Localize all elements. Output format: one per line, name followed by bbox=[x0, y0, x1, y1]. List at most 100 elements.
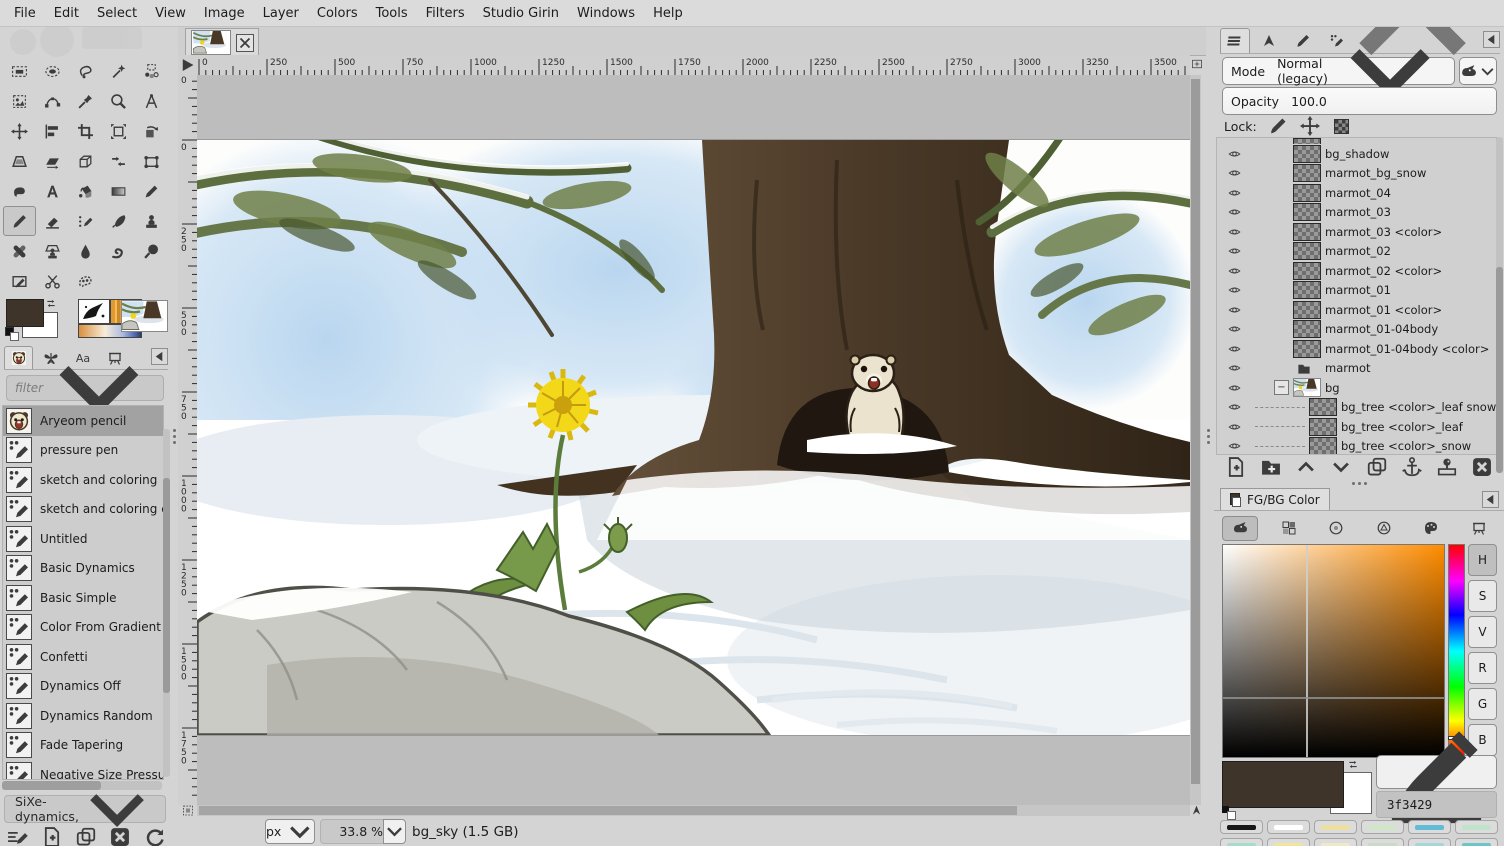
tool-foreground-select[interactable] bbox=[69, 266, 102, 296]
tool-align[interactable] bbox=[36, 116, 69, 146]
channel-v-button[interactable]: V bbox=[1468, 616, 1497, 648]
visibility-eye-icon[interactable] bbox=[1227, 226, 1242, 238]
layer-thumbnail[interactable] bbox=[1293, 203, 1321, 221]
hex-color-field[interactable]: 3f3429 bbox=[1376, 791, 1497, 818]
visibility-eye-icon[interactable] bbox=[1227, 343, 1242, 355]
new-dynamics-button[interactable] bbox=[41, 826, 63, 846]
tool-rectangle-select[interactable] bbox=[3, 56, 36, 86]
dynamics-vertical-scrollbar[interactable] bbox=[163, 429, 170, 777]
ruler-origin-button[interactable] bbox=[178, 55, 198, 76]
layers-vertical-scrollbar[interactable] bbox=[1496, 137, 1503, 453]
layer-thumbnail[interactable] bbox=[1293, 242, 1321, 260]
color-history-swatch[interactable] bbox=[1408, 820, 1451, 834]
layer-thumbnail[interactable] bbox=[1309, 437, 1337, 455]
layer-row[interactable]: marmot_04 bbox=[1217, 183, 1496, 203]
dynamics-item[interactable]: Basic Dynamics bbox=[3, 554, 163, 584]
tool-handle-transform[interactable] bbox=[135, 146, 168, 176]
layer-row[interactable]: marmot_01 bbox=[1217, 281, 1496, 301]
menu-filters[interactable]: Filters bbox=[417, 1, 474, 26]
swap-colors-icon[interactable] bbox=[1346, 758, 1360, 771]
tool-fuzzy-select[interactable] bbox=[102, 56, 135, 86]
tool-measure[interactable] bbox=[135, 86, 168, 116]
layer-row[interactable]: marmot_01-04body <color> bbox=[1217, 339, 1496, 359]
default-colors-icon[interactable] bbox=[5, 327, 19, 340]
color-history-swatch[interactable] bbox=[1455, 820, 1498, 834]
layer-row[interactable]: marmot_01-04body bbox=[1217, 320, 1496, 340]
dock-resize-handle[interactable] bbox=[1214, 482, 1504, 485]
layer-row[interactable]: marmot_03 bbox=[1217, 203, 1496, 223]
visibility-eye-icon[interactable] bbox=[1227, 401, 1242, 413]
dynamics-item[interactable]: Aryeom pencil bbox=[3, 406, 163, 436]
tool-free-select[interactable] bbox=[69, 56, 102, 86]
dynamics-item[interactable]: Dynamics Off bbox=[3, 672, 163, 702]
tool-paintbrush[interactable] bbox=[3, 206, 36, 236]
visibility-eye-icon[interactable] bbox=[1227, 265, 1242, 277]
layer-row[interactable]: marmot_bg_snow bbox=[1217, 164, 1496, 184]
tool-flip[interactable] bbox=[102, 146, 135, 176]
menu-view[interactable]: View bbox=[146, 1, 195, 26]
layer-thumbnail[interactable] bbox=[1293, 340, 1321, 358]
tool-perspective-clone[interactable] bbox=[36, 236, 69, 266]
zoom-select-button[interactable] bbox=[383, 819, 406, 844]
zoom-value[interactable]: 33.8 % bbox=[320, 819, 390, 844]
tool-warp-transform[interactable] bbox=[3, 176, 36, 206]
dynamics-item[interactable]: Basic Simple bbox=[3, 583, 163, 613]
channel-h-button[interactable]: H bbox=[1468, 544, 1497, 576]
layer-thumbnail[interactable] bbox=[1293, 164, 1321, 182]
tool-eraser[interactable] bbox=[36, 206, 69, 236]
dynamics-item[interactable]: Untitled bbox=[3, 524, 163, 554]
lock-position-button[interactable] bbox=[1299, 116, 1321, 136]
visibility-eye-icon[interactable] bbox=[1227, 362, 1242, 374]
layer-row[interactable]: bg_tree <color>_leaf snow bbox=[1217, 398, 1496, 418]
brush-preview[interactable] bbox=[78, 299, 110, 324]
tool-ellipse-select[interactable] bbox=[36, 56, 69, 86]
canvas-viewport[interactable] bbox=[197, 75, 1190, 805]
merge-down-button[interactable] bbox=[1436, 456, 1458, 478]
layer-thumbnail[interactable] bbox=[1293, 378, 1321, 397]
menu-studio-girin[interactable]: Studio Girin bbox=[474, 1, 568, 26]
tool-clone[interactable] bbox=[135, 206, 168, 236]
layer-row[interactable]: marmot_01 <color> bbox=[1217, 300, 1496, 320]
menu-colors[interactable]: Colors bbox=[308, 1, 367, 26]
dynamics-item[interactable]: sketch and coloring bbox=[3, 465, 163, 495]
visibility-eye-icon[interactable] bbox=[1227, 284, 1242, 296]
right-pane-divider[interactable] bbox=[1206, 27, 1212, 846]
menu-select[interactable]: Select bbox=[88, 1, 146, 26]
dynamics-item[interactable]: Dynamics Random bbox=[3, 701, 163, 731]
unit-select[interactable]: px bbox=[265, 819, 315, 844]
quick-mask-toggle[interactable] bbox=[180, 804, 196, 817]
lock-alpha-button[interactable] bbox=[1331, 116, 1353, 136]
menu-image[interactable]: Image bbox=[195, 1, 254, 26]
dynamics-item[interactable]: Color From Gradient bbox=[3, 613, 163, 643]
dynamics-item[interactable]: Confetti bbox=[3, 642, 163, 672]
tool-crop[interactable] bbox=[69, 116, 102, 146]
dynamics-item[interactable]: sketch and coloring copy bbox=[3, 495, 163, 525]
tool-text[interactable] bbox=[36, 176, 69, 206]
dock-tab-pointer[interactable] bbox=[1254, 28, 1284, 53]
color-history-swatch[interactable] bbox=[1220, 838, 1263, 846]
tool-heal[interactable] bbox=[3, 236, 36, 266]
color-history-swatch[interactable] bbox=[1267, 820, 1310, 834]
duplicate-dynamics-button[interactable] bbox=[75, 826, 97, 846]
layer-row[interactable]: bg_tree <color>_snow bbox=[1217, 437, 1496, 456]
tool-airbrush[interactable] bbox=[69, 206, 102, 236]
image-tab[interactable] bbox=[185, 28, 259, 56]
collapse-dock-button[interactable] bbox=[1482, 491, 1499, 508]
tool-perspective[interactable] bbox=[3, 146, 36, 176]
pick-screen-color-button[interactable] bbox=[1376, 755, 1497, 789]
channel-r-button[interactable]: R bbox=[1468, 652, 1497, 684]
raise-layer-button[interactable] bbox=[1295, 456, 1317, 478]
new-layer-button[interactable] bbox=[1225, 456, 1247, 478]
layer-thumbnail[interactable] bbox=[1293, 301, 1321, 319]
layer-thumbnail[interactable] bbox=[1293, 320, 1321, 338]
visibility-eye-icon[interactable] bbox=[1227, 304, 1242, 316]
layer-row[interactable]: bg_tree <color>_leaf bbox=[1217, 417, 1496, 437]
dock-tab-brushes[interactable] bbox=[1288, 28, 1318, 53]
color-history-swatch[interactable] bbox=[1267, 838, 1310, 846]
menu-edit[interactable]: Edit bbox=[45, 1, 88, 26]
anchor-layer-button[interactable] bbox=[1401, 456, 1423, 478]
layer-row[interactable]: marmot_02 bbox=[1217, 242, 1496, 262]
fg-color-swatch[interactable] bbox=[1222, 761, 1344, 808]
cmyk-selector-tab[interactable] bbox=[1272, 517, 1306, 540]
tool-rotate[interactable] bbox=[135, 116, 168, 146]
